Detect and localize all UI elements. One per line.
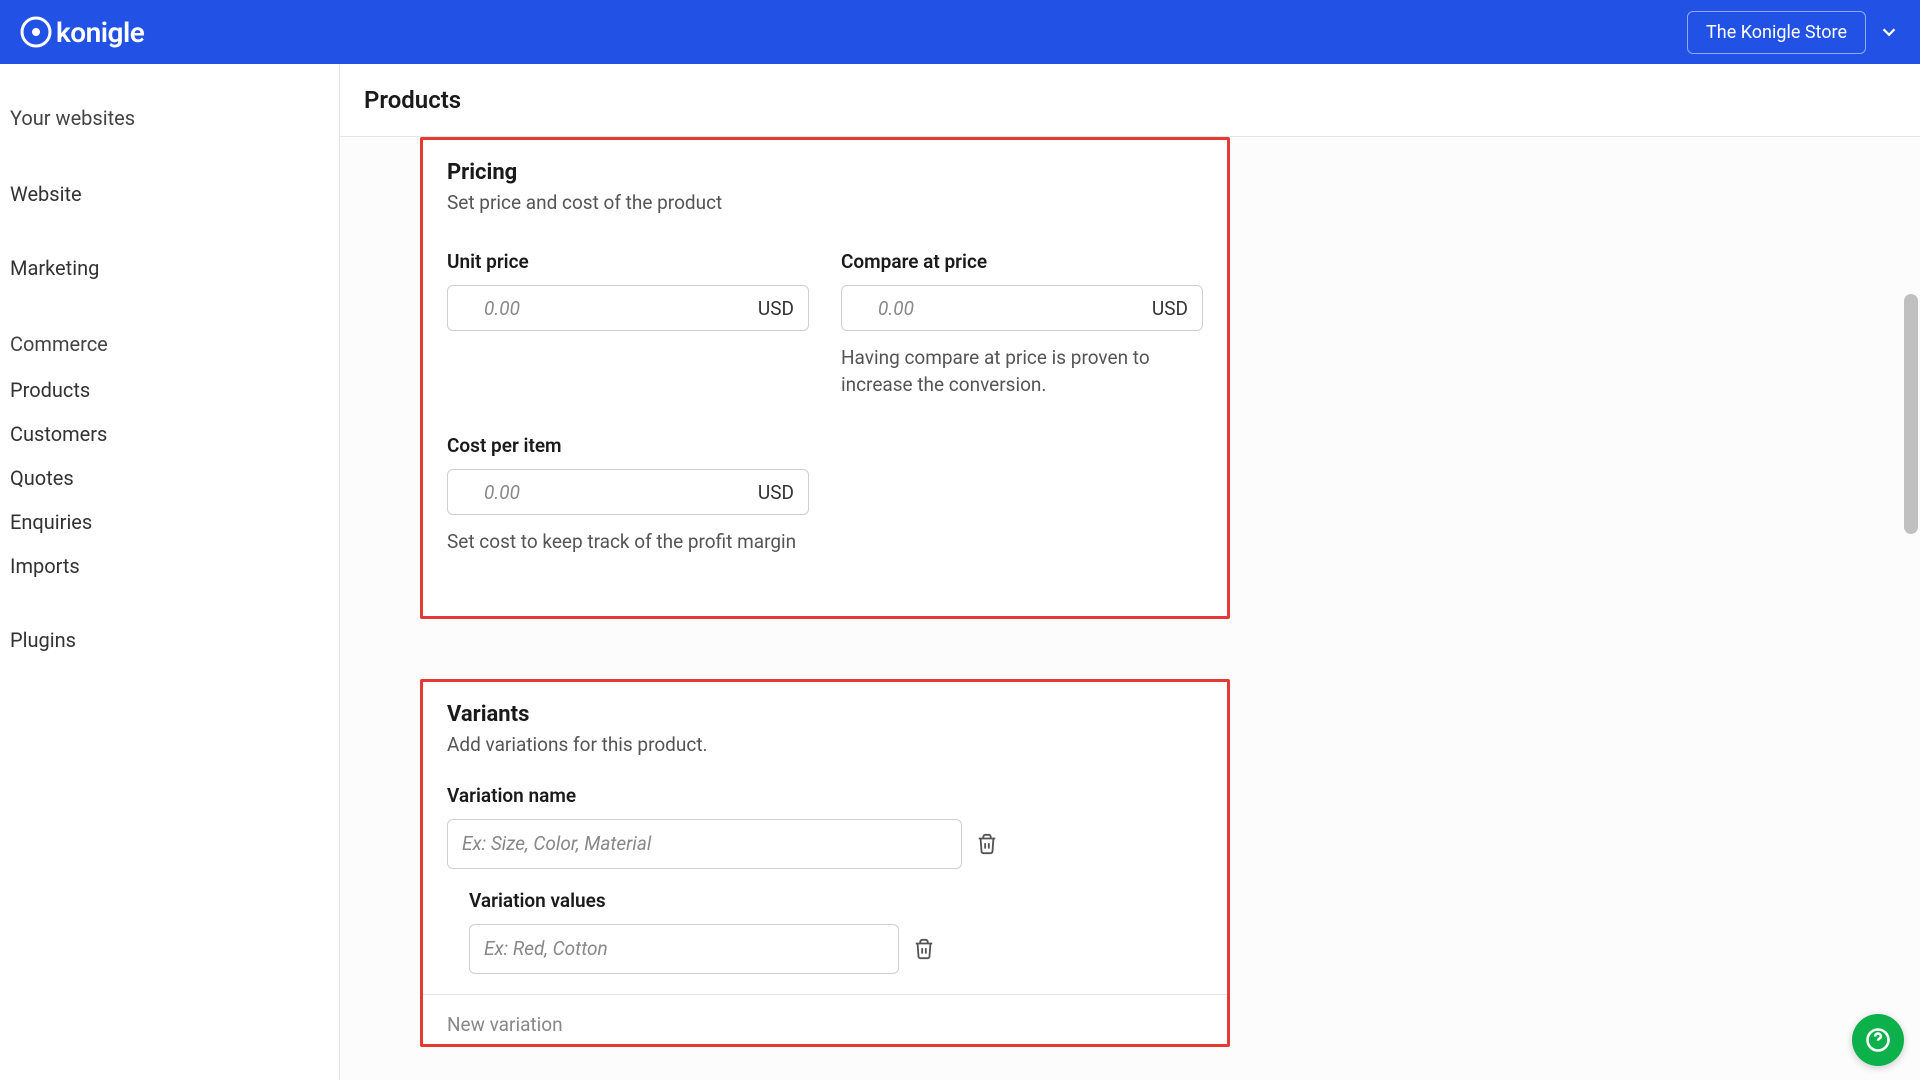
sidebar-item-plugins[interactable]: Plugins xyxy=(10,618,339,662)
scrollbar-track xyxy=(1904,64,1918,1080)
pricing-title: Pricing xyxy=(447,160,1203,185)
variation-name-input[interactable] xyxy=(447,819,962,869)
unit-price-input-group: USD xyxy=(447,285,809,331)
sidebar-heading-websites: Your websites xyxy=(10,94,339,142)
pricing-card: Pricing Set price and cost of the produc… xyxy=(420,137,1230,619)
cost-input-group: USD xyxy=(447,469,809,515)
compare-price-field: Compare at price USD Having compare at p… xyxy=(841,250,1203,398)
store-button[interactable]: The Konigle Store xyxy=(1687,11,1866,54)
sidebar-heading-commerce: Commerce xyxy=(10,320,339,368)
variation-values-label: Variation values xyxy=(469,889,1203,912)
page-header: Products xyxy=(340,64,1920,137)
cost-field: Cost per item USD Set cost to keep track… xyxy=(447,434,809,556)
variants-title: Variants xyxy=(447,702,1203,727)
variation-name-label: Variation name xyxy=(447,784,1203,807)
compare-price-input-group: USD xyxy=(841,285,1203,331)
sidebar-item-products[interactable]: Products xyxy=(10,368,339,412)
compare-price-currency: USD xyxy=(1152,297,1188,320)
unit-price-input[interactable] xyxy=(484,297,758,320)
logo-text: konigle xyxy=(56,16,144,49)
sidebar-item-enquiries[interactable]: Enquiries xyxy=(10,500,339,544)
trash-icon[interactable] xyxy=(976,833,998,855)
cost-input[interactable] xyxy=(484,481,758,504)
sidebar-item-quotes[interactable]: Quotes xyxy=(10,456,339,500)
unit-price-currency: USD xyxy=(758,297,794,320)
new-variation-link[interactable]: New variation xyxy=(423,994,1227,1044)
page-title: Products xyxy=(364,86,1896,114)
cost-currency: USD xyxy=(758,481,794,504)
logo[interactable]: konigle xyxy=(20,16,144,49)
sidebar-item-customers[interactable]: Customers xyxy=(10,412,339,456)
cost-help: Set cost to keep track of the profit mar… xyxy=(447,529,809,556)
main-content: Products Pricing Set price and cost of t… xyxy=(340,64,1920,1080)
trash-icon[interactable] xyxy=(913,938,935,960)
help-button[interactable] xyxy=(1852,1014,1904,1066)
store-selector: The Konigle Store xyxy=(1687,11,1900,54)
sidebar: Your websites Website Marketing Commerce… xyxy=(0,64,340,1080)
sidebar-item-website[interactable]: Website xyxy=(10,172,339,216)
pricing-subtitle: Set price and cost of the product xyxy=(447,191,1203,214)
variants-subtitle: Add variations for this product. xyxy=(447,733,1203,756)
compare-price-label: Compare at price xyxy=(841,250,1203,273)
compare-price-input[interactable] xyxy=(878,297,1152,320)
sidebar-item-imports[interactable]: Imports xyxy=(10,544,339,588)
variants-card: Variants Add variations for this product… xyxy=(420,679,1230,1047)
variation-value-input[interactable] xyxy=(469,924,899,974)
logo-icon xyxy=(20,16,52,48)
scrollbar-thumb[interactable] xyxy=(1904,294,1918,534)
unit-price-label: Unit price xyxy=(447,250,809,273)
help-icon xyxy=(1864,1026,1892,1054)
compare-price-help: Having compare at price is proven to inc… xyxy=(841,345,1203,398)
cost-label: Cost per item xyxy=(447,434,809,457)
top-bar: konigle The Konigle Store xyxy=(0,0,1920,64)
unit-price-field: Unit price USD xyxy=(447,250,809,398)
chevron-down-icon[interactable] xyxy=(1878,21,1900,43)
sidebar-item-marketing[interactable]: Marketing xyxy=(10,246,339,290)
